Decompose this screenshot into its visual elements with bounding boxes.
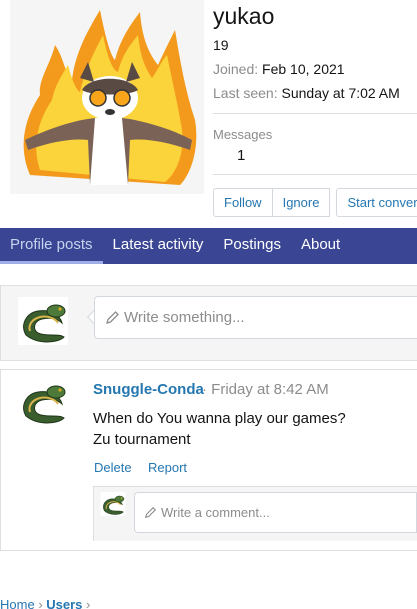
post-body-line: Zu tournament (93, 431, 191, 448)
ignore-button[interactable]: Ignore (272, 188, 331, 217)
post-body: When do You wanna play our games? Zu tou… (93, 408, 346, 450)
pencil-icon (106, 311, 119, 324)
write-comment-input[interactable]: Write a comment... (134, 492, 417, 533)
profile-avatar[interactable] (10, 0, 204, 194)
post-author-link[interactable]: Snuggle-Conda (93, 381, 204, 398)
delete-link[interactable]: Delete (94, 460, 132, 475)
messages-count[interactable]: 1 (237, 147, 245, 164)
start-conversation-button[interactable]: Start convers (336, 188, 417, 217)
flaming-raccoon-avatar-icon (23, 10, 197, 185)
write-something-input[interactable]: Write something... (94, 296, 417, 339)
joined-row: Joined: Feb 10, 2021 (213, 61, 345, 77)
messages-label: Messages (213, 127, 273, 142)
pencil-icon (144, 506, 157, 519)
snake-avatar-icon[interactable] (18, 378, 68, 426)
joined-value: Feb 10, 2021 (262, 61, 345, 77)
post-body-line: When do You wanna play our games? (93, 410, 346, 427)
profile-age: 19 (213, 37, 229, 53)
profile-username: yukao (213, 3, 275, 29)
write-comment-placeholder: Write a comment... (161, 505, 270, 520)
follow-button[interactable]: Follow (213, 188, 273, 217)
chevron-right-icon: › (86, 597, 91, 609)
tab-about[interactable]: About (291, 228, 350, 264)
profile-header: yukao 19 Joined: Feb 10, 2021 Last seen:… (0, 0, 417, 228)
profile-tabs: Profile posts Latest activity Postings A… (0, 228, 417, 264)
tab-latest-activity[interactable]: Latest activity (103, 228, 214, 264)
breadcrumb: Home › Users › (0, 597, 90, 609)
header-divider (213, 113, 417, 114)
new-post-block: Write something... (0, 285, 417, 361)
snake-avatar-icon[interactable] (100, 492, 126, 516)
tab-profile-posts[interactable]: Profile posts (0, 228, 103, 264)
write-something-placeholder: Write something... (124, 309, 245, 326)
joined-label: Joined: (213, 61, 259, 77)
breadcrumb-home[interactable]: Home (0, 597, 35, 609)
breadcrumb-users[interactable]: Users (46, 597, 82, 609)
profile-actions: Follow Ignore Start convers (213, 188, 417, 217)
report-link[interactable]: Report (148, 460, 187, 475)
tab-postings[interactable]: Postings (213, 228, 291, 264)
post-timestamp[interactable]: · Friday at 8:42 AM (202, 381, 329, 398)
last-seen-label: Last seen: (213, 85, 278, 101)
last-seen-row: Last seen: Sunday at 7:02 AM (213, 85, 400, 101)
stats-divider (213, 174, 417, 175)
snake-avatar-icon[interactable] (18, 297, 68, 345)
last-seen-value: Sunday at 7:02 AM (281, 85, 400, 101)
